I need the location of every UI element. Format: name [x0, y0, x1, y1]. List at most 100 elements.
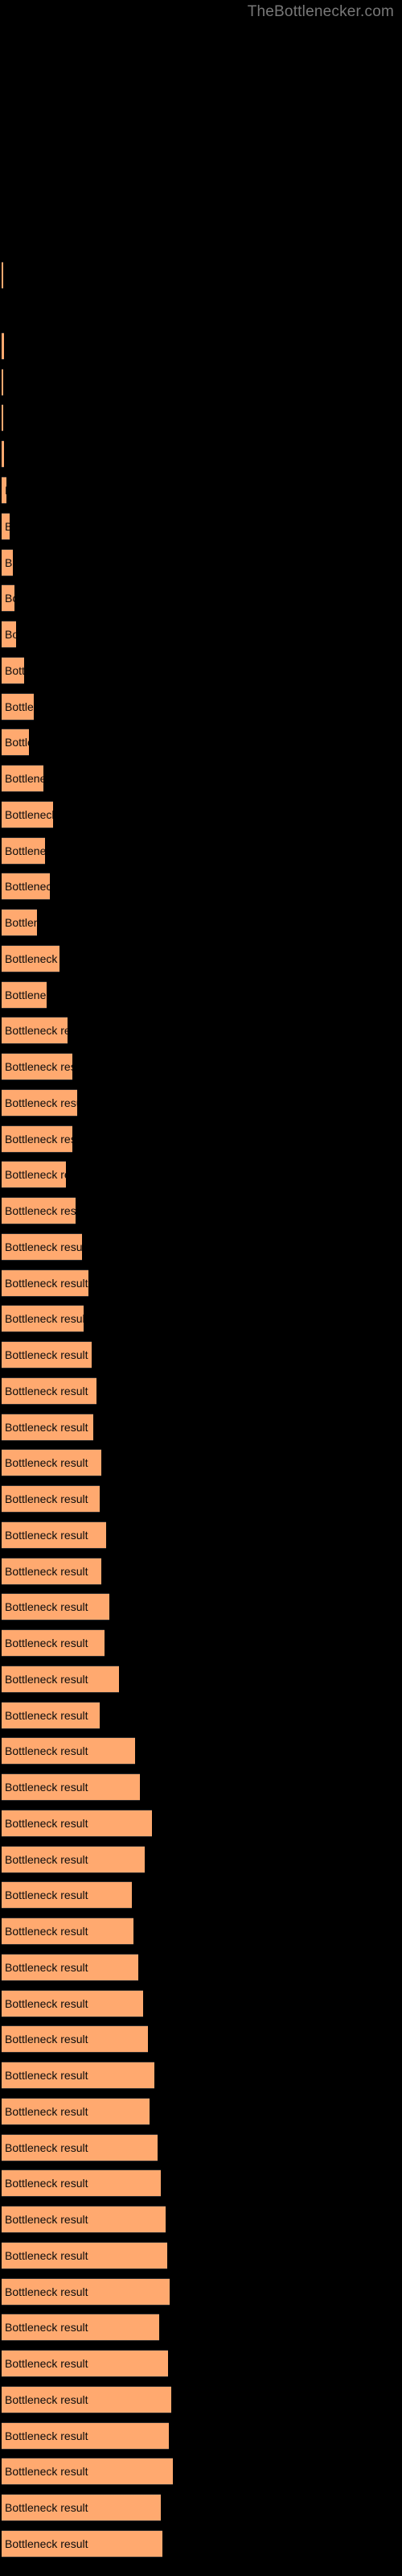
bar-label: Bottleneck result	[5, 2285, 88, 2298]
bar-label: Bottleneck result	[5, 1024, 68, 1037]
bar-label: Bottleneck result	[5, 2393, 88, 2406]
bar[interactable]: Bottleneck result	[2, 2025, 148, 2053]
bar[interactable]: Bottleneck result	[2, 549, 13, 576]
bar-label: Bottleneck result	[5, 1853, 88, 1866]
bar[interactable]: Bottleneck result	[2, 1449, 101, 1476]
bar[interactable]: Bottleneck result	[2, 1161, 66, 1188]
bar-label: Bottleneck result	[5, 1133, 72, 1146]
bar[interactable]: Bottleneck result	[2, 2098, 150, 2125]
bar[interactable]: Bottleneck result	[2, 1666, 119, 1693]
bar-label: Bottleneck result	[5, 1781, 88, 1794]
bar[interactable]: Bottleneck result	[2, 909, 37, 936]
bar[interactable]: Bottleneck result	[2, 1197, 76, 1224]
bar-label: Bottleneck result	[5, 700, 34, 713]
bar[interactable]: Bottleneck result	[2, 1881, 132, 1909]
bar-label: Bottleneck result	[5, 1096, 77, 1109]
bar-label: Bottleneck result	[5, 1241, 82, 1253]
bar[interactable]: Bottleneck result	[2, 2134, 158, 2161]
bar[interactable]: Bottleneck result	[2, 765, 43, 792]
bar-label: Bottleneck result	[5, 2033, 88, 2046]
bar[interactable]: Bottleneck result	[2, 1521, 106, 1549]
bar[interactable]: Bottleneck result	[2, 1305, 84, 1332]
bar[interactable]: Bottleneck result	[2, 2386, 171, 2413]
bar[interactable]: Bottleneck result	[2, 1485, 100, 1513]
bar-label: Bottleneck result	[5, 556, 13, 569]
bar[interactable]: Bottleneck result	[2, 657, 24, 684]
bar[interactable]: Bottleneck result	[2, 1773, 140, 1801]
bar[interactable]: Bottleneck result	[2, 1846, 145, 1873]
bar[interactable]: Bottleneck result	[2, 2314, 159, 2341]
bottleneck-bar-chart: TheBottlenecker.com Bottleneck result Bot…	[0, 0, 402, 2576]
bar[interactable]: Bottleneck result	[2, 1341, 92, 1368]
bar[interactable]: Bottleneck result	[2, 2494, 161, 2521]
bar[interactable]: Bottleneck result	[2, 729, 29, 756]
bar[interactable]: Bottleneck result	[2, 2422, 169, 2450]
bar-label: Bottleneck result	[5, 2537, 88, 2550]
bar[interactable]: Bottleneck result	[2, 1414, 93, 1441]
bar-label: Bottleneck result	[5, 1744, 88, 1757]
bar[interactable]: Bottleneck result	[2, 440, 4, 468]
bar[interactable]: Bottleneck result	[2, 1233, 82, 1261]
bar-label: Bottleneck result	[5, 1348, 88, 1361]
bar[interactable]: Bottleneck result	[2, 2458, 173, 2485]
bar[interactable]: Bottleneck result	[2, 1702, 100, 1729]
bar-label: Bottleneck result	[5, 2357, 88, 2370]
bar[interactable]: Bottleneck result	[2, 1810, 152, 1837]
bar[interactable]: Bottleneck result	[2, 621, 16, 648]
bar-label: Bottleneck result	[5, 484, 6, 497]
bar-label: Bottleneck result	[5, 1277, 88, 1290]
bar[interactable]: Bottleneck result	[2, 332, 4, 360]
bar[interactable]: Bottleneck result	[2, 1990, 143, 2017]
bar[interactable]: Bottleneck result	[2, 1377, 96, 1405]
bar[interactable]: Bottleneck result	[2, 837, 45, 865]
bar-label: Bottleneck result	[5, 2177, 88, 2190]
bar[interactable]: Bottleneck result	[2, 1954, 138, 1981]
bar[interactable]: Bottleneck result	[2, 584, 14, 612]
bar-label: Bottleneck result	[5, 592, 14, 605]
bar-label: Bottleneck result	[5, 1997, 88, 2010]
bar-label: Bottleneck result	[5, 628, 16, 641]
bar[interactable]: Bottleneck result	[2, 1125, 72, 1153]
bar-label: Bottleneck result	[5, 520, 10, 533]
bar-label: Bottleneck result	[5, 1817, 88, 1830]
bar[interactable]: Bottleneck result	[2, 945, 59, 972]
bar[interactable]: Bottleneck result	[2, 1269, 88, 1297]
bar[interactable]: Bottleneck result	[2, 2350, 168, 2377]
bar-label: Bottleneck result	[5, 736, 29, 749]
bar[interactable]: Bottleneck result	[2, 513, 10, 540]
bar[interactable]: Bottleneck result	[2, 1017, 68, 1044]
bar[interactable]: Bottleneck result	[2, 1629, 105, 1657]
bar[interactable]: Bottleneck result	[2, 1558, 101, 1585]
bar[interactable]: Bottleneck result	[2, 369, 3, 396]
bar-label: Bottleneck result	[5, 1600, 88, 1613]
bar[interactable]: Bottleneck result	[2, 2530, 162, 2557]
bar[interactable]: Bottleneck result	[2, 1089, 77, 1117]
bar-label: Bottleneck result	[5, 1961, 88, 1974]
bar[interactable]: Bottleneck result	[2, 2278, 170, 2306]
bar[interactable]: Bottleneck result	[2, 2206, 166, 2233]
bar-label: Bottleneck result	[5, 844, 45, 857]
bar-label: Bottleneck result	[5, 2429, 88, 2442]
bar-label: Bottleneck result	[5, 1385, 88, 1397]
bar[interactable]: Bottleneck result	[2, 2062, 154, 2089]
bar[interactable]: Bottleneck result	[2, 873, 50, 900]
bar[interactable]: Bottleneck result	[2, 981, 47, 1009]
bar[interactable]: Bottleneck result	[2, 1737, 135, 1765]
bar-label: Bottleneck result	[5, 1673, 88, 1686]
bar-label: Bottleneck result	[5, 1925, 88, 1938]
bar-label: Bottleneck result	[5, 2105, 88, 2118]
bar[interactable]: Bottleneck result	[2, 477, 6, 504]
bar-label: Bottleneck result	[5, 989, 47, 1001]
bar[interactable]: Bottleneck result	[2, 1918, 133, 1945]
bar[interactable]: Bottleneck result	[2, 2169, 161, 2197]
bar[interactable]: Bottleneck result	[2, 2242, 167, 2269]
bar[interactable]: Bottleneck result	[2, 693, 34, 720]
bar-label: Bottleneck result	[5, 952, 59, 965]
bar[interactable]: Bottleneck result	[2, 262, 3, 289]
bar[interactable]: Bottleneck result	[2, 1053, 72, 1080]
bar-label: Bottleneck result	[5, 880, 50, 893]
bar[interactable]: Bottleneck result	[2, 801, 53, 828]
bar-label: Bottleneck result	[5, 1565, 88, 1578]
bar[interactable]: Bottleneck result	[2, 404, 3, 431]
bar[interactable]: Bottleneck result	[2, 1593, 109, 1620]
